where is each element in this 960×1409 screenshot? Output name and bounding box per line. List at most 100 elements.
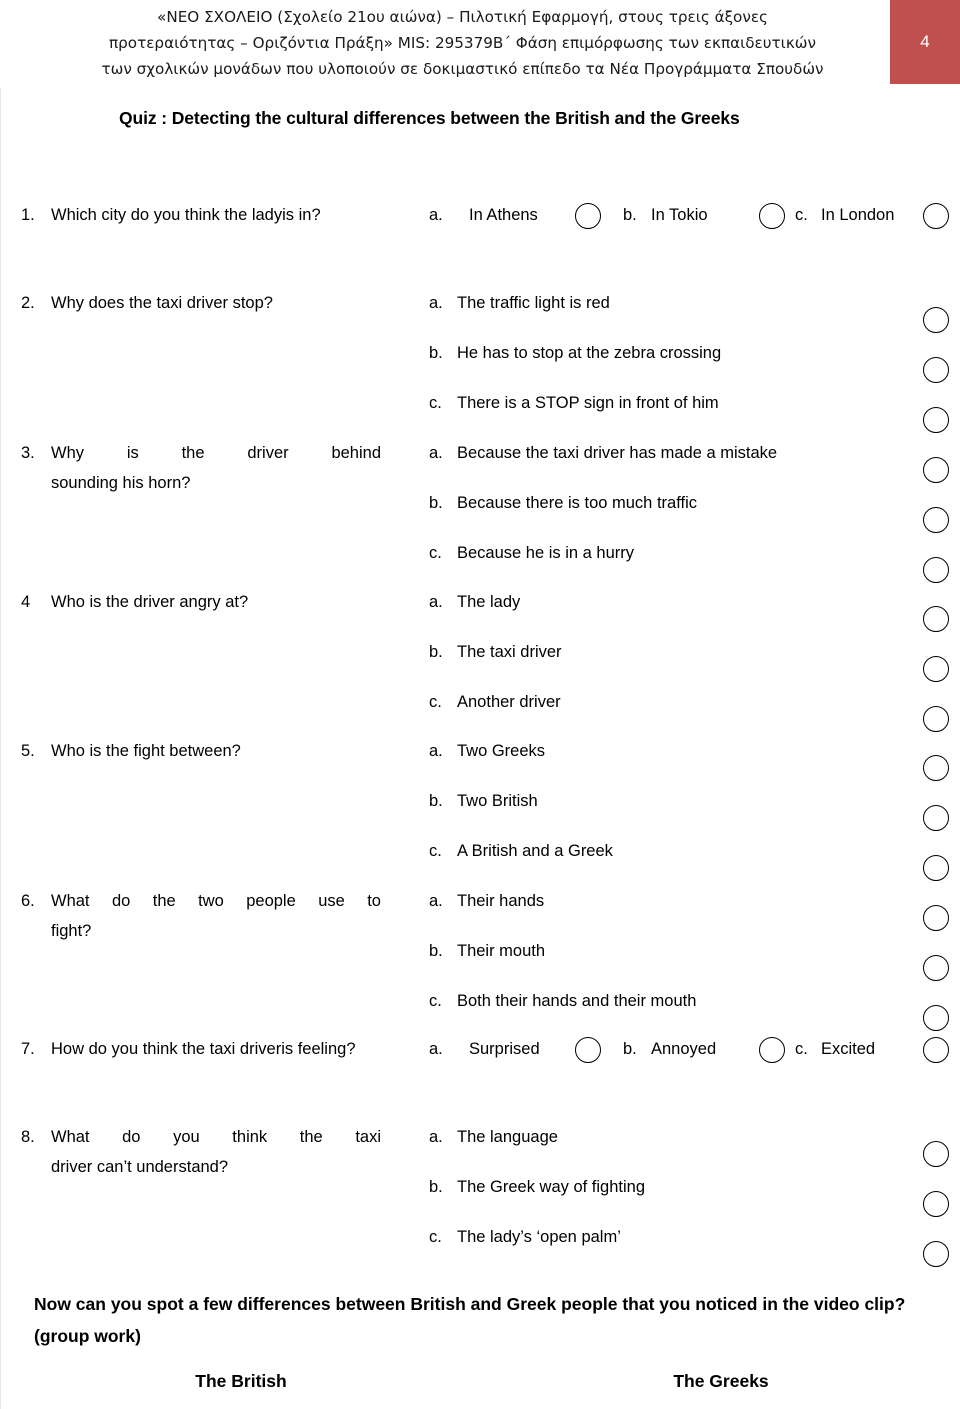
question-text-line-1: What do the two people use to: [51, 892, 381, 910]
question-text: What do you think the taxi driver can’t u…: [51, 1122, 381, 1182]
option-text: Two Greeks: [457, 742, 546, 760]
question-text-line-1: Why is the driver behind: [51, 444, 381, 462]
question-text-line-2: driver can’t understand?: [51, 1158, 229, 1176]
option-text: The taxi driver: [457, 643, 562, 661]
question-number: 6.: [21, 892, 35, 910]
question-text-line-1: What do you think the taxi: [51, 1128, 381, 1146]
header-line-2: προτεραιότητας – Οριζόντια Πράξη» MIS: 2…: [109, 34, 816, 52]
answer-circle[interactable]: [923, 805, 949, 831]
answer-circle[interactable]: [923, 357, 949, 383]
answer-circle[interactable]: [923, 557, 949, 583]
option-text: Because there is too much traffic: [457, 494, 697, 512]
answer-circle[interactable]: [923, 656, 949, 682]
option-text: Their mouth: [457, 942, 546, 960]
answer-circle[interactable]: [923, 755, 949, 781]
question-number: 8.: [21, 1128, 35, 1146]
question-text: Who is the fight between?: [51, 736, 381, 766]
option-text: The Greek way of fighting: [457, 1178, 646, 1196]
answer-circle[interactable]: [923, 1005, 949, 1031]
option-label: c.: [429, 394, 442, 412]
question-text-line-1: How do you think the taxi driver: [51, 1040, 282, 1058]
option-label: a.: [429, 742, 443, 760]
answer-circle[interactable]: [923, 1191, 949, 1217]
answer-circle[interactable]: [923, 1037, 949, 1063]
option-label: a.: [429, 444, 443, 462]
header-project-title: «ΝΕΟ ΣΧΟΛΕΙΟ (Σχολείο 21ου αιώνα) – Πιλο…: [40, 4, 885, 82]
option-label: b.: [429, 942, 443, 960]
question-text: Why is the driver behind sounding his hor…: [51, 438, 381, 498]
option-text: Two British: [457, 792, 538, 810]
question-text: Who is the driver angry at?: [51, 587, 381, 617]
page-title: Quiz : Detecting the cultural difference…: [119, 108, 740, 128]
question-number: 2.: [21, 294, 35, 312]
question-text-line-2: fight?: [51, 922, 92, 940]
option-text: A British and a Greek: [457, 842, 613, 860]
option-label: a.: [429, 1040, 443, 1058]
option-text: Because he is in a hurry: [457, 544, 635, 562]
answer-circle[interactable]: [923, 203, 949, 229]
column-heading-greeks: The Greeks: [673, 1371, 769, 1391]
answer-circle[interactable]: [575, 1037, 601, 1063]
answer-circle[interactable]: [575, 203, 601, 229]
option-label: b.: [429, 792, 443, 810]
answer-circle[interactable]: [923, 955, 949, 981]
option-label: c.: [429, 693, 442, 711]
option-text: Excited: [821, 1040, 876, 1058]
answer-circle[interactable]: [923, 457, 949, 483]
option-label: b.: [429, 494, 443, 512]
option-label: c.: [795, 206, 808, 224]
answer-circle[interactable]: [923, 706, 949, 732]
option-label: b.: [429, 1178, 443, 1196]
option-label: c.: [429, 842, 442, 860]
option-text: Both their hands and their mouth: [457, 992, 697, 1010]
answer-circle[interactable]: [923, 307, 949, 333]
question-text-line-2: sounding his horn?: [51, 474, 191, 492]
answer-circle[interactable]: [759, 203, 785, 229]
answer-circle[interactable]: [923, 1241, 949, 1267]
answer-circle[interactable]: [923, 507, 949, 533]
option-label: b.: [429, 344, 443, 362]
header-line-3: των σχολικών μονάδων που υλοποιούν σε δο…: [101, 60, 824, 78]
closing-prompt: Now can you spot a few differences betwe…: [34, 1288, 934, 1352]
option-text: The language: [457, 1128, 558, 1146]
option-label: a.: [429, 892, 443, 910]
option-text: Another driver: [457, 693, 561, 711]
option-label: b.: [429, 643, 443, 661]
question-number: 1.: [21, 206, 35, 224]
answer-circle[interactable]: [923, 407, 949, 433]
question-text-line-2: is feeling?: [281, 1040, 356, 1058]
question-text: Which city do you think the ladyis in?: [51, 200, 381, 230]
question-text-line-1: Which city do you think the lady: [51, 206, 283, 224]
option-text: In London: [821, 206, 895, 224]
option-text: The lady’s ‘open palm’: [457, 1228, 621, 1246]
option-text: He has to stop at the zebra crossing: [457, 344, 722, 362]
option-text: Annoyed: [651, 1040, 717, 1058]
question-text-line-1: Why does the taxi driver stop?: [51, 294, 273, 312]
answer-circle[interactable]: [923, 855, 949, 881]
option-text: Because the taxi driver has made a mista…: [457, 444, 778, 462]
option-text: Their hands: [457, 892, 545, 910]
header-line-1: «ΝΕΟ ΣΧΟΛΕΙΟ (Σχολείο 21ου αιώνα) – Πιλο…: [157, 8, 768, 26]
answer-circle[interactable]: [923, 606, 949, 632]
option-text: Surprised: [469, 1040, 540, 1058]
option-text: In Tokio: [651, 206, 708, 224]
option-text: There is a STOP sign in front of him: [457, 394, 719, 412]
answer-circle[interactable]: [923, 1141, 949, 1167]
worksheet-body: Quiz : Detecting the cultural difference…: [0, 88, 960, 1409]
option-label: c.: [429, 992, 442, 1010]
answer-circle[interactable]: [759, 1037, 785, 1063]
option-label: b.: [623, 1040, 637, 1058]
option-label: a.: [429, 294, 443, 312]
question-number: 3.: [21, 444, 35, 462]
question-number: 4: [21, 593, 31, 611]
answer-circle[interactable]: [923, 905, 949, 931]
question-number: 5.: [21, 742, 35, 760]
comparison-table-header: The British The Greeks: [1, 1371, 960, 1392]
page-number-badge: 4: [890, 0, 960, 84]
question-text: How do you think the taxi driveris feeli…: [51, 1034, 381, 1064]
closing-line-1: Now can you spot a few differences betwe…: [34, 1294, 778, 1314]
question-text-line-1: Who is the fight between?: [51, 742, 241, 760]
option-label: a.: [429, 206, 443, 224]
question-number: 7.: [21, 1040, 35, 1058]
option-text: The lady: [457, 593, 521, 611]
